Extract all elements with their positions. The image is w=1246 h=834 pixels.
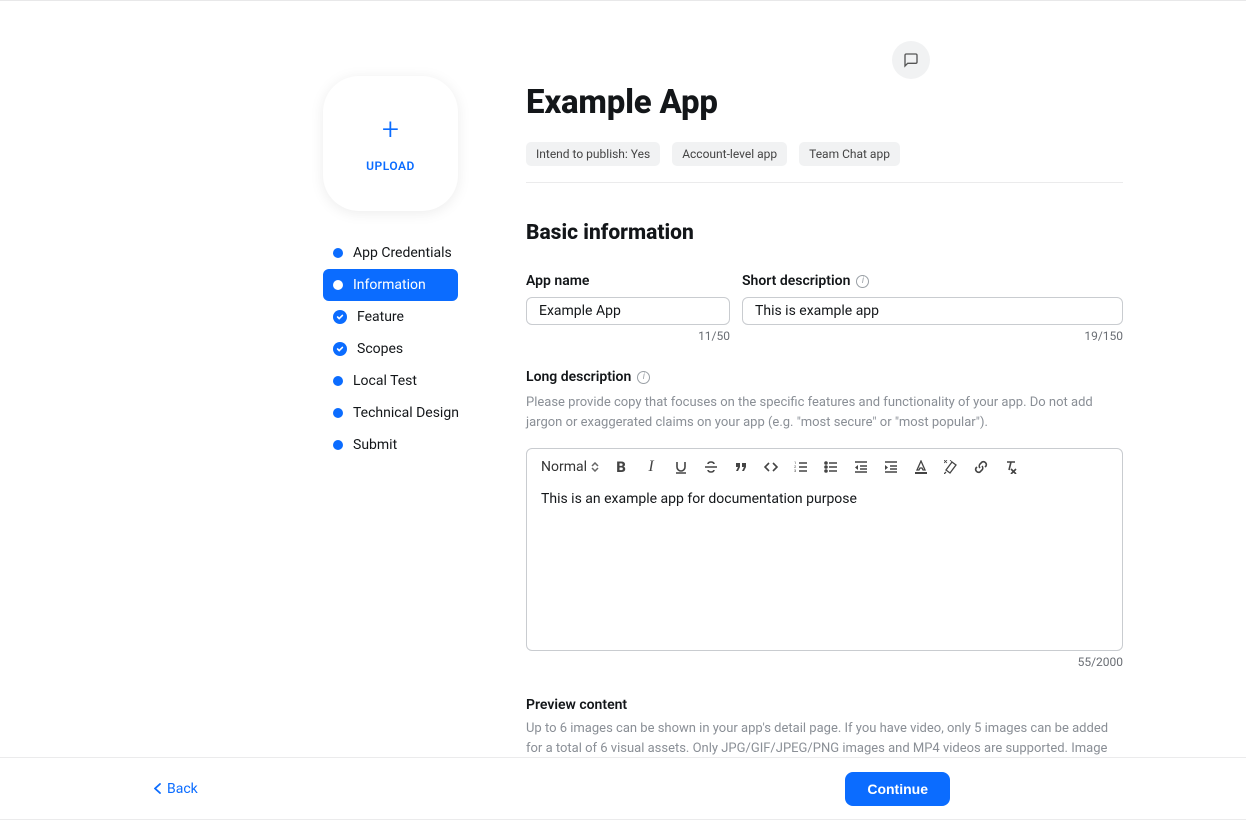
underline-button[interactable] — [673, 459, 689, 475]
strikethrough-button[interactable] — [703, 459, 719, 475]
preview-helper: Up to 6 images can be shown in your app'… — [526, 719, 1123, 758]
bold-button[interactable]: B — [613, 459, 629, 475]
ordered-list-button[interactable]: 123 — [793, 459, 809, 475]
back-button[interactable]: Back — [154, 781, 198, 797]
info-icon[interactable]: i — [637, 371, 650, 384]
sidebar-item-information[interactable]: Information — [323, 269, 458, 301]
app-name-label: App name — [526, 273, 730, 289]
sidebar-item-local-test[interactable]: Local Test — [323, 365, 458, 397]
rich-text-editor: Normal B I — [526, 448, 1123, 651]
format-select-label: Normal — [541, 459, 587, 475]
short-desc-counter: 19/150 — [742, 329, 1123, 343]
plus-icon: + — [382, 115, 399, 145]
short-desc-input[interactable] — [742, 297, 1123, 325]
upload-card[interactable]: + UPLOAD — [323, 76, 458, 211]
dot-icon — [333, 280, 343, 290]
preview-title: Preview content — [526, 697, 1123, 713]
long-desc-helper: Please provide copy that focuses on the … — [526, 393, 1123, 432]
sidebar-item-label: Information — [353, 277, 426, 293]
long-desc-counter: 55/2000 — [526, 655, 1123, 669]
indent-button[interactable] — [883, 459, 899, 475]
tag-team-chat: Team Chat app — [799, 142, 900, 166]
svg-text:3: 3 — [794, 468, 796, 473]
sidebar-item-app-credentials[interactable]: App Credentials — [323, 237, 458, 269]
tag-account-level: Account-level app — [672, 142, 787, 166]
outdent-button[interactable] — [853, 459, 869, 475]
check-icon — [333, 310, 347, 324]
tag-intend-publish: Intend to publish: Yes — [526, 142, 660, 166]
back-label: Back — [167, 781, 198, 797]
sidebar-item-technical-design[interactable]: Technical Design — [323, 397, 458, 429]
caret-icon — [591, 462, 599, 472]
link-button[interactable] — [973, 459, 989, 475]
divider — [526, 182, 1123, 183]
dot-icon — [333, 440, 343, 450]
short-desc-field: Short description i 19/150 — [742, 273, 1123, 343]
short-desc-label-text: Short description — [742, 273, 850, 289]
highlight-button[interactable] — [943, 459, 959, 475]
upload-label: UPLOAD — [366, 159, 415, 173]
dot-icon — [333, 408, 343, 418]
sidebar-item-label: Submit — [353, 437, 397, 453]
app-name-field: App name 11/50 — [526, 273, 730, 343]
unordered-list-button[interactable] — [823, 459, 839, 475]
sidebar-item-feature[interactable]: Feature — [323, 301, 458, 333]
sidebar-item-label: Feature — [357, 309, 404, 325]
section-title: Basic information — [526, 221, 1123, 245]
long-desc-textarea[interactable]: This is an example app for documentation… — [527, 485, 1122, 650]
sidebar-item-label: Technical Design — [353, 405, 459, 421]
sidebar-item-label: Local Test — [353, 373, 417, 389]
text-color-button[interactable] — [913, 459, 929, 475]
app-name-counter: 11/50 — [526, 329, 730, 343]
chevron-left-icon — [154, 783, 161, 794]
short-desc-label: Short description i — [742, 273, 1123, 289]
quote-button[interactable] — [733, 459, 749, 475]
nav: App Credentials Information Feature — [323, 237, 458, 461]
dot-icon — [333, 376, 343, 386]
tag-row: Intend to publish: Yes Account-level app… — [526, 142, 1123, 166]
editor-toolbar: Normal B I — [527, 449, 1122, 485]
dot-icon — [333, 248, 343, 258]
info-icon[interactable]: i — [856, 275, 869, 288]
app-name-input[interactable] — [526, 297, 730, 325]
clear-format-button[interactable] — [1003, 459, 1019, 475]
code-button[interactable] — [763, 459, 779, 475]
page-title: Example App — [526, 83, 1123, 122]
sidebar-item-label: App Credentials — [353, 245, 452, 261]
sidebar-item-label: Scopes — [357, 341, 403, 357]
continue-button[interactable]: Continue — [845, 772, 950, 806]
italic-button[interactable]: I — [643, 459, 659, 475]
main-content: Example App Intend to publish: Yes Accou… — [526, 11, 1123, 758]
sidebar-item-scopes[interactable]: Scopes — [323, 333, 458, 365]
format-select[interactable]: Normal — [541, 459, 599, 475]
long-desc-label: Long description i — [526, 369, 1123, 385]
long-desc-label-text: Long description — [526, 369, 631, 385]
footer: Back Continue — [0, 757, 1246, 820]
check-icon — [333, 342, 347, 356]
sidebar-item-submit[interactable]: Submit — [323, 429, 458, 461]
sidebar: + UPLOAD App Credentials Information — [323, 11, 458, 758]
